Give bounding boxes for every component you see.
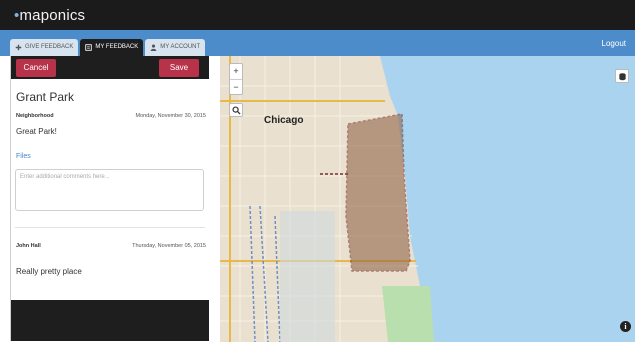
map-city-label: Chicago: [264, 115, 304, 126]
tab-my-account[interactable]: My Account: [145, 39, 206, 56]
grant-park-highlight[interactable]: [345, 113, 411, 272]
save-button[interactable]: Save: [159, 59, 199, 77]
entry-meta: Neighborhood Monday, November 30, 2015: [16, 113, 206, 119]
app-logo: •maponics: [14, 7, 86, 24]
comment-input[interactable]: Enter additional comments here...: [15, 169, 204, 211]
zoom-in-button[interactable]: +: [230, 64, 242, 79]
tab-my-feedback[interactable]: My Feedback: [80, 39, 144, 56]
zoom-out-button[interactable]: −: [230, 79, 242, 95]
reply-date: Thursday, November 05, 2015: [132, 243, 206, 249]
park-south: [382, 286, 434, 342]
divider: [15, 227, 205, 228]
zoom-control: + −: [229, 63, 243, 95]
search-icon: [231, 105, 241, 115]
place-title: Grant Park: [16, 90, 75, 104]
tab-my-feedback-label: My Feedback: [95, 44, 139, 50]
cancel-button[interactable]: Cancel: [16, 59, 56, 77]
user-icon: [150, 44, 157, 51]
entry-comment: Great Park!: [16, 127, 57, 136]
tab-my-account-label: My Account: [160, 44, 201, 50]
files-link[interactable]: Files: [16, 153, 31, 160]
app-logo-text: maponics: [19, 7, 86, 24]
entry-date: Monday, November 30, 2015: [135, 113, 206, 119]
map-search-button[interactable]: [229, 103, 243, 117]
reply-meta: John Hall Thursday, November 05, 2015: [16, 243, 206, 249]
top-bar: •maponics: [0, 0, 635, 30]
info-icon[interactable]: i: [620, 321, 631, 332]
tab-give-feedback-label: Give Feedback: [25, 44, 74, 50]
panel-toolbar: Cancel Save: [11, 56, 209, 79]
tab-bar: Give Feedback My Feedback My Account: [10, 39, 206, 56]
reply-comment: Really pretty place: [16, 267, 82, 276]
map-graphic: [220, 56, 635, 342]
feedback-panel: Cancel Save Grant Park Neighborhood Mond…: [10, 56, 209, 341]
list-icon: [85, 44, 93, 51]
tab-give-feedback[interactable]: Give Feedback: [10, 39, 79, 56]
logout-link[interactable]: Logout: [602, 39, 626, 48]
panel-footer: [11, 300, 209, 341]
map-layers-button[interactable]: [615, 69, 629, 83]
layers-icon: [618, 72, 626, 80]
map-canvas[interactable]: [220, 56, 635, 342]
reply-author: John Hall: [16, 243, 41, 249]
plus-icon: [15, 44, 22, 51]
rail-yard: [280, 211, 335, 342]
entry-type: Neighborhood: [16, 113, 54, 119]
